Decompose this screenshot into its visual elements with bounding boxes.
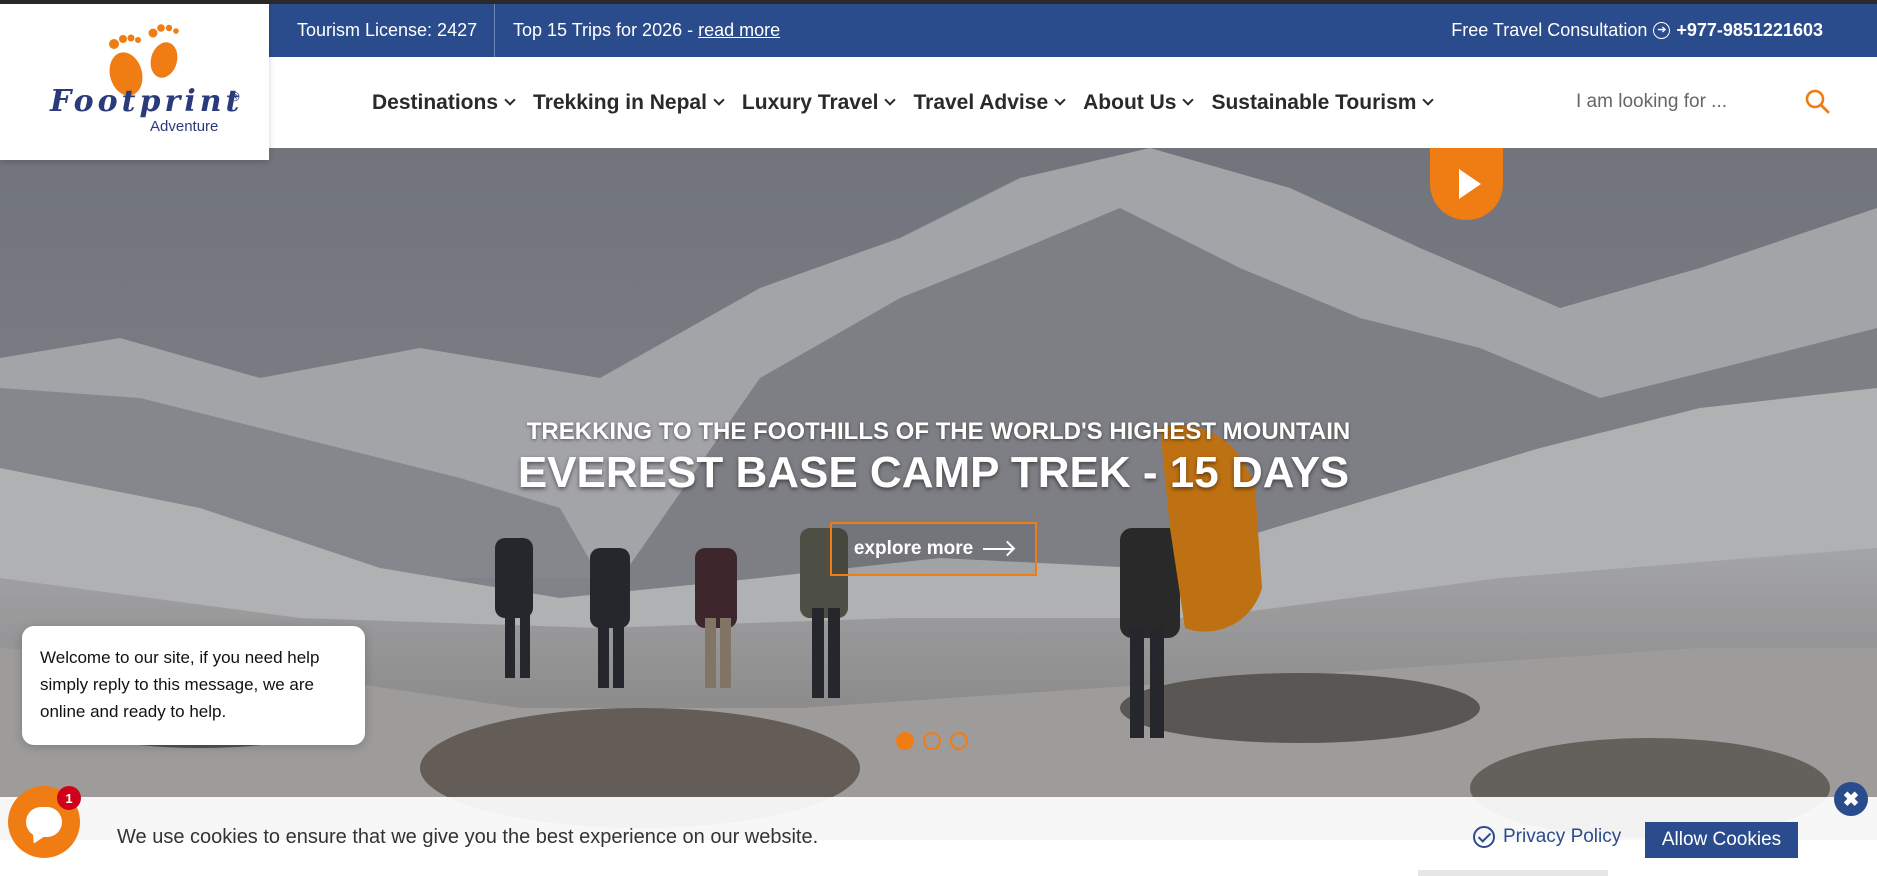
- allow-cookies-button[interactable]: Allow Cookies: [1645, 822, 1798, 858]
- privacy-policy-link[interactable]: Privacy Policy: [1473, 826, 1621, 848]
- slider-dot-2[interactable]: [923, 732, 941, 750]
- promo-label: Top 15 Trips for 2026 -: [513, 20, 699, 40]
- hero-background-image: [0, 148, 1877, 876]
- chat-icon: [26, 807, 62, 837]
- explore-more-button[interactable]: explore more: [830, 522, 1037, 576]
- tourism-license: Tourism License: 2427: [297, 20, 478, 40]
- privacy-policy-label: Privacy Policy: [1503, 826, 1622, 847]
- hero-subtitle: TREKKING TO THE FOOTHILLS OF THE WORLD'S…: [526, 418, 1351, 445]
- chevron-down-icon: [713, 94, 725, 106]
- search-input[interactable]: [1560, 80, 1790, 124]
- nav-item-destinations[interactable]: Destinations: [372, 90, 516, 115]
- check-circle-icon: [1473, 826, 1495, 848]
- promo-text: Top 15 Trips for 2026 - read more: [513, 4, 780, 57]
- read-more-link[interactable]: read more: [698, 20, 780, 40]
- nav-item-trekking-in-nepal[interactable]: Trekking in Nepal: [533, 90, 725, 115]
- chat-welcome-message[interactable]: Welcome to our site, if you need help si…: [22, 626, 365, 745]
- chevron-down-icon: [1422, 94, 1435, 106]
- consultation[interactable]: Free Travel Consultation ➔ +977-98512216…: [1451, 4, 1823, 57]
- arrow-right-icon: [983, 548, 1014, 550]
- slider-dots: [896, 732, 968, 750]
- cookie-message: We use cookies to ensure that we give yo…: [117, 826, 819, 848]
- play-video-button[interactable]: [1430, 148, 1503, 220]
- section-edge: [1418, 870, 1608, 876]
- search-icon[interactable]: [1804, 88, 1830, 114]
- chevron-down-icon: [1054, 94, 1066, 106]
- nav-item-sustainable-tourism[interactable]: Sustainable Tourism: [1211, 90, 1435, 115]
- info-divider: [494, 4, 495, 57]
- logo-name: Footprint: [50, 84, 244, 119]
- nav-item-about-us[interactable]: About Us: [1083, 90, 1195, 115]
- nav-item-label: Travel Advise: [913, 90, 1049, 114]
- hero-slider: TREKKING TO THE FOOTHILLS OF THE WORLD'S…: [0, 148, 1877, 876]
- phone-icon: ➔: [1653, 22, 1671, 39]
- nav-item-label: About Us: [1083, 90, 1177, 114]
- nav-item-label: Trekking in Nepal: [533, 90, 707, 114]
- nav-item-label: Luxury Travel: [741, 90, 879, 114]
- nav-item-travel-advise[interactable]: Travel Advise: [913, 90, 1066, 115]
- explore-more-label: explore more: [853, 538, 974, 559]
- nav-item-luxury-travel[interactable]: Luxury Travel: [741, 90, 897, 115]
- chevron-down-icon: [884, 94, 897, 106]
- nav-item-label: Sustainable Tourism: [1211, 90, 1417, 114]
- chat-unread-badge: 1: [57, 786, 81, 810]
- chevron-down-icon: [504, 94, 516, 106]
- nav-menu: Destinations Trekking in Nepal Luxury Tr…: [372, 57, 1435, 148]
- logo[interactable]: Footprint ® Adventure: [0, 4, 269, 160]
- nav-item-label: Destinations: [372, 90, 499, 114]
- chevron-down-icon: [1182, 94, 1195, 106]
- consultation-label: Free Travel Consultation: [1451, 20, 1648, 40]
- slider-dot-3[interactable]: [950, 732, 968, 750]
- hero-title: EVEREST BASE CAMP TREK - 15 DAYS: [517, 448, 1350, 497]
- close-icon[interactable]: ✖: [1834, 782, 1868, 816]
- logo-subtitle: Adventure: [150, 118, 219, 135]
- phone-number[interactable]: +977-9851221603: [1676, 4, 1823, 57]
- slider-dot-1[interactable]: [896, 732, 914, 750]
- page: Tourism License: 2427 Top 15 Trips for 2…: [0, 0, 1877, 876]
- logo-registered: ®: [230, 89, 240, 104]
- play-icon: [1458, 169, 1481, 199]
- info-bar: Tourism License: 2427 Top 15 Trips for 2…: [0, 4, 1877, 57]
- main-nav: Destinations Trekking in Nepal Luxury Tr…: [0, 57, 1877, 148]
